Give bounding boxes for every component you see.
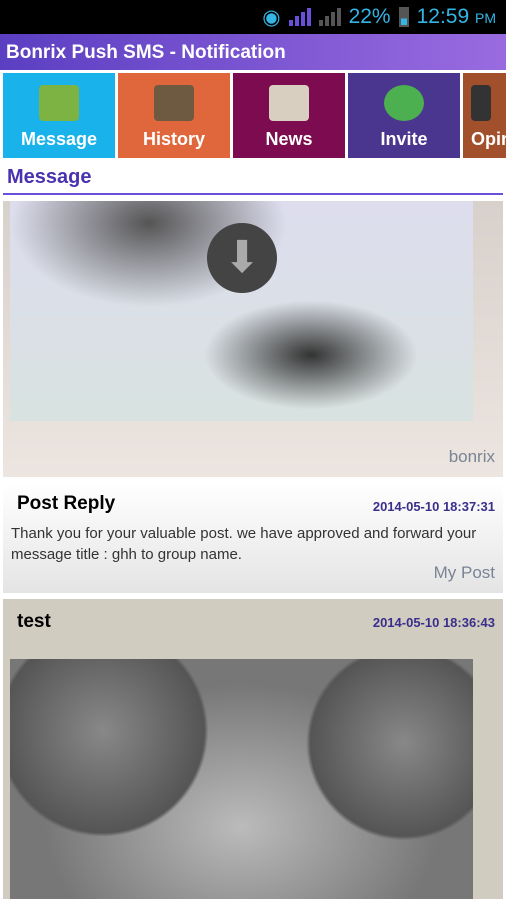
- tab-label: Opinion: [471, 129, 506, 149]
- app-title: Bonrix Push SMS - Notification: [0, 34, 506, 70]
- battery-percent: 22%: [348, 5, 391, 28]
- tab-label: Invite: [380, 129, 428, 149]
- section-title: Message: [3, 158, 503, 195]
- no-signal-icon: [318, 8, 341, 26]
- tab-message[interactable]: Message: [3, 73, 115, 158]
- newspaper-icon: [269, 85, 309, 121]
- tab-opinion[interactable]: Opinion: [463, 73, 506, 158]
- tab-invite[interactable]: Invite: [348, 73, 460, 158]
- signal-icon: [288, 8, 311, 26]
- koala-image: [10, 659, 473, 899]
- post-card[interactable]: Post Reply 2014-05-10 18:37:31 Thank you…: [3, 483, 503, 593]
- clock: 12:59: [416, 5, 470, 28]
- battery-icon: [398, 7, 409, 27]
- message-smile-icon: [39, 85, 79, 121]
- post-date: 2014-05-10 18:37:31: [372, 499, 495, 514]
- book-icon: [154, 85, 194, 121]
- tab-news[interactable]: News: [233, 73, 345, 158]
- tab-label: Message: [20, 129, 98, 149]
- clock-ampm: PM: [475, 10, 496, 26]
- post-body: Thank you for your valuable post. we hav…: [11, 525, 477, 563]
- post-card[interactable]: test 2014-05-10 18:36:43: [3, 599, 503, 899]
- tab-history[interactable]: History: [118, 73, 230, 158]
- wifi-icon: ◉: [262, 5, 281, 29]
- opinion-icon: [471, 85, 491, 121]
- post-date: 2014-05-10 18:36:43: [372, 615, 495, 630]
- post-source: My Post: [433, 563, 495, 582]
- tab-label: News: [265, 129, 313, 149]
- add-user-icon: [384, 85, 424, 121]
- status-bar: ◉ 22% 12:59 PM: [0, 0, 506, 34]
- download-icon[interactable]: ⬇: [207, 223, 277, 293]
- tab-label: History: [142, 129, 205, 149]
- post-card[interactable]: ⬇ bonrix: [3, 201, 503, 477]
- tab-bar: Message History News Invite Opinion: [0, 70, 506, 158]
- post-source: bonrix: [448, 447, 495, 466]
